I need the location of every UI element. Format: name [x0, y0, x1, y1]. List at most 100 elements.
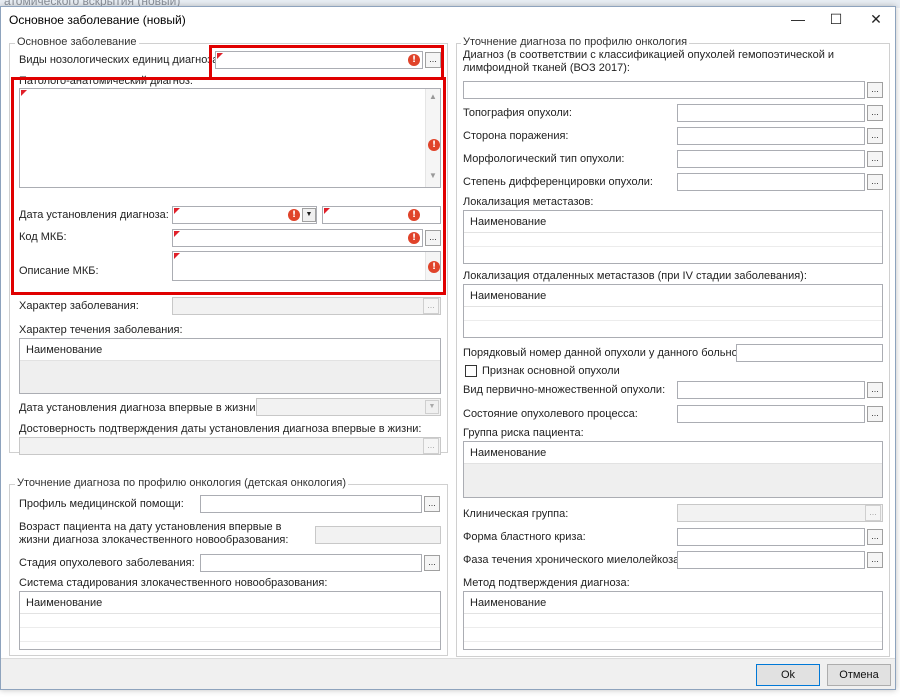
lesion-side-select-button[interactable]: ...: [867, 128, 883, 144]
list-item[interactable]: [464, 628, 882, 642]
title-bar: Основное заболевание (новый) — ☐ ✕: [1, 7, 895, 32]
pathoanatomic-scrollbar[interactable]: ▲ ▼: [425, 89, 440, 187]
mkb-code-input[interactable]: [172, 229, 423, 247]
diagnosis-who-label: Диагноз (в соответствии с классификацией…: [463, 49, 835, 74]
scroll-down-icon[interactable]: ▼: [426, 171, 440, 180]
diagnosis-who-select-button[interactable]: ...: [867, 82, 883, 98]
close-icon[interactable]: ✕: [857, 7, 895, 32]
blast-crisis-select-button[interactable]: ...: [867, 529, 883, 545]
dialog-window: Основное заболевание (новый) — ☐ ✕ Основ…: [0, 6, 896, 690]
multiple-tumor-label: Вид первично-множественной опухоли:: [463, 384, 666, 396]
main-tumor-checkbox-label[interactable]: Признак основной опухоли: [482, 365, 620, 378]
column-header[interactable]: Наименование: [464, 211, 882, 233]
blast-crisis-input[interactable]: [677, 528, 865, 546]
diagnosis-who-input[interactable]: [463, 81, 865, 99]
topography-select-button[interactable]: ...: [867, 105, 883, 121]
morphology-select-button[interactable]: ...: [867, 151, 883, 167]
date-reliability-input[interactable]: ...: [19, 437, 441, 455]
age-input[interactable]: [315, 526, 441, 544]
clinical-group-select-button[interactable]: ...: [865, 505, 881, 521]
list-item[interactable]: [464, 307, 882, 321]
distant-metastasis-label: Локализация отдаленных метастазов (при I…: [463, 270, 807, 282]
dialog-content: Основное заболевание Виды нозологических…: [1, 32, 895, 658]
list-item[interactable]: [20, 614, 440, 628]
med-profile-input[interactable]: [200, 495, 422, 513]
error-icon: !: [408, 54, 420, 66]
error-icon: !: [428, 139, 440, 151]
tumor-number-input[interactable]: [736, 344, 883, 362]
metastasis-list[interactable]: Наименование: [463, 210, 883, 264]
error-icon: !: [408, 232, 420, 244]
first-diag-date-dropdown-icon[interactable]: ▼: [425, 400, 439, 414]
pathoanatomic-textarea[interactable]: ▲ ▼: [19, 88, 441, 188]
clinical-group-label: Клиническая группа:: [463, 508, 569, 520]
staging-system-list[interactable]: Наименование: [19, 591, 441, 650]
disease-course-label: Характер течения заболевания:: [19, 324, 183, 336]
date-dropdown-icon[interactable]: ▼: [302, 208, 316, 222]
tumor-state-select-button[interactable]: ...: [867, 406, 883, 422]
nosology-input[interactable]: [215, 51, 423, 69]
mkb-code-label: Код МКБ:: [19, 231, 67, 243]
nosology-select-button[interactable]: ...: [425, 52, 441, 68]
stage-label: Стадия опухолевого заболевания:: [19, 557, 195, 569]
column-header[interactable]: Наименование: [464, 592, 882, 614]
multiple-tumor-input[interactable]: [677, 381, 865, 399]
tumor-state-input[interactable]: [677, 405, 865, 423]
date-reliability-select-button[interactable]: ...: [423, 438, 439, 454]
disease-nature-input[interactable]: ...: [172, 297, 441, 315]
risk-group-list[interactable]: Наименование: [463, 441, 883, 498]
pathoanatomic-label: Патолого-анатомический диагноз:: [19, 75, 193, 87]
topography-label: Топография опухоли:: [463, 107, 572, 119]
cancel-button[interactable]: Отмена: [827, 664, 891, 686]
minimize-icon[interactable]: —: [779, 7, 817, 32]
confirmation-method-label: Метод подтверждения диагноза:: [463, 577, 630, 589]
column-header[interactable]: Наименование: [20, 339, 440, 361]
stage-input[interactable]: [200, 554, 422, 572]
distant-metastasis-list[interactable]: Наименование: [463, 284, 883, 338]
differentiation-input[interactable]: [677, 173, 865, 191]
stage-select-button[interactable]: ...: [424, 555, 440, 571]
mkb-select-button[interactable]: ...: [425, 230, 441, 246]
ok-button[interactable]: Ok: [756, 664, 820, 686]
list-item[interactable]: [464, 233, 882, 247]
clinical-group-input[interactable]: ...: [677, 504, 883, 522]
lesion-side-input[interactable]: [677, 127, 865, 145]
dialog-footer: Ok Отмена: [1, 658, 895, 689]
differentiation-select-button[interactable]: ...: [867, 174, 883, 190]
age-label: Возраст пациента на дату установления вп…: [19, 521, 289, 546]
child-oncology-legend: Уточнение диагноза по профилю онкология …: [15, 477, 349, 489]
column-header[interactable]: Наименование: [20, 592, 440, 614]
list-item[interactable]: [20, 628, 440, 642]
med-profile-select-button[interactable]: ...: [424, 496, 440, 512]
error-icon: !: [288, 209, 300, 221]
cml-phase-label: Фаза течения хронического миелолейкоза:: [463, 554, 683, 566]
multiple-tumor-select-button[interactable]: ...: [867, 382, 883, 398]
main-disease-legend: Основное заболевание: [15, 36, 139, 48]
disease-course-list[interactable]: Наименование: [19, 338, 441, 394]
column-header[interactable]: Наименование: [464, 285, 882, 307]
tumor-state-label: Состояние опухолевого процесса:: [463, 408, 638, 420]
cml-phase-input[interactable]: [677, 551, 865, 569]
disease-nature-label: Характер заболевания:: [19, 300, 139, 312]
confirmation-method-list[interactable]: Наименование: [463, 591, 883, 650]
disease-nature-select-button[interactable]: ...: [423, 298, 439, 314]
morphology-label: Морфологический тип опухоли:: [463, 153, 625, 165]
main-tumor-checkbox[interactable]: [465, 365, 477, 377]
diag-time-input[interactable]: [322, 206, 441, 224]
lesion-side-label: Сторона поражения:: [463, 130, 569, 142]
morphology-input[interactable]: [677, 150, 865, 168]
mkb-desc-field[interactable]: [172, 251, 441, 281]
med-profile-label: Профиль медицинской помощи:: [19, 498, 184, 510]
staging-system-label: Система стадирования злокачественного но…: [19, 577, 328, 589]
column-header[interactable]: Наименование: [464, 442, 882, 464]
list-item[interactable]: [464, 614, 882, 628]
first-diag-date-input[interactable]: ▼: [256, 398, 441, 416]
risk-group-label: Группа риска пациента:: [463, 427, 584, 439]
maximize-icon[interactable]: ☐: [817, 7, 855, 32]
cml-phase-select-button[interactable]: ...: [867, 552, 883, 568]
differentiation-label: Степень дифференцировки опухоли:: [463, 176, 653, 188]
blast-crisis-label: Форма бластного криза:: [463, 531, 586, 543]
scroll-up-icon[interactable]: ▲: [426, 92, 440, 101]
topography-input[interactable]: [677, 104, 865, 122]
diag-date-label: Дата установления диагноза:: [19, 209, 169, 221]
